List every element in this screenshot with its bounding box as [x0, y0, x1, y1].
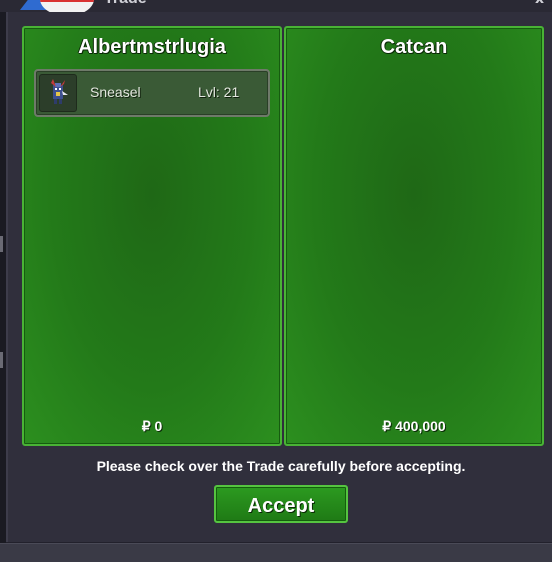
window-title: Trade — [104, 0, 147, 8]
offered-money: ₽ 400,000 — [382, 418, 446, 434]
trainer-name: Albertmstrlugia — [78, 36, 226, 58]
pokemon-level: Lvl: 21 — [198, 84, 240, 100]
trainer-name: Catcan — [380, 36, 448, 58]
pokemon-name: Sneasel — [90, 84, 141, 100]
my-offer-panel: Albertmstrlugia Sneasel Lvl: 21 ₽ 0 — [22, 26, 282, 446]
sneasel-sprite-icon — [39, 74, 77, 112]
edge-marker — [0, 236, 3, 252]
bottom-bar — [0, 543, 552, 562]
partner-offer-panel: Catcan ₽ 400,000 — [284, 26, 544, 446]
pokeball-icon — [40, 0, 94, 12]
accept-button[interactable]: Accept — [214, 485, 348, 523]
close-button[interactable]: x — [535, 0, 544, 7]
offered-money: ₽ 0 — [141, 418, 163, 434]
trade-window-titlebar[interactable]: Trade x — [0, 0, 552, 12]
edge-marker — [0, 352, 3, 368]
trade-notice: Please check over the Trade carefully be… — [96, 458, 466, 474]
offered-pokemon-row[interactable]: Sneasel Lvl: 21 — [34, 69, 270, 117]
